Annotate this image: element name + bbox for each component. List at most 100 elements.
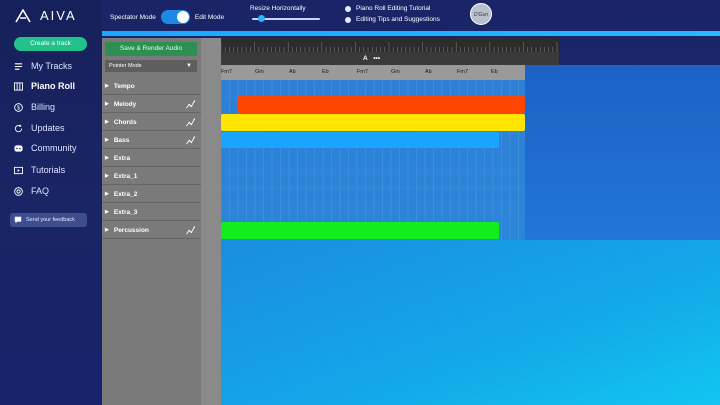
svg-text:$: $: [17, 105, 20, 111]
send-feedback-button[interactable]: Send your feedback: [10, 213, 87, 227]
avatar[interactable]: D'Gun: [470, 3, 492, 25]
sidebar-item-label: My Tracks: [31, 61, 73, 71]
sidebar-item-community[interactable]: Community: [14, 143, 77, 153]
automation-icon[interactable]: [186, 136, 195, 145]
chevron-down-icon: ▼: [186, 63, 192, 69]
sidebar-item-label: Tutorials: [31, 165, 66, 175]
timeline-ruler[interactable]: [221, 38, 559, 52]
video-icon: [14, 166, 23, 174]
pointer-mode-select[interactable]: Pointer Mode ▼: [105, 60, 197, 72]
sidebar-item-label: Updates: [31, 123, 65, 133]
resize-horizontally-label: Resize Horizontally: [250, 5, 306, 12]
expand-arrow-icon[interactable]: ▶: [105, 119, 109, 125]
sidebar-item-my-tracks[interactable]: My Tracks: [14, 61, 72, 71]
track-row-tempo[interactable]: ▶ Tempo: [102, 78, 201, 95]
chord-label[interactable]: Gm: [391, 69, 400, 75]
sidebar-item-tutorials[interactable]: Tutorials: [14, 165, 65, 175]
expand-arrow-icon[interactable]: ▶: [105, 101, 109, 107]
aiva-logo-icon: [15, 8, 31, 22]
track-name: Extra_1: [113, 172, 138, 180]
expand-arrow-icon[interactable]: ▶: [105, 227, 109, 233]
sidebar-item-label: Piano Roll: [31, 81, 76, 91]
track-name: Chords: [113, 118, 137, 126]
expand-arrow-icon[interactable]: ▶: [105, 191, 109, 197]
tutorial-icon: [345, 5, 351, 12]
expand-arrow-icon[interactable]: ▶: [105, 173, 109, 179]
tips-icon: [345, 16, 351, 23]
sidebar-item-label: FAQ: [31, 186, 50, 196]
chord-label[interactable]: Eb: [322, 69, 329, 75]
refresh-icon: [14, 123, 23, 132]
chord-label[interactable]: Fm7: [357, 69, 368, 75]
note-block-melody[interactable]: [238, 96, 525, 113]
automation-icon[interactable]: [186, 226, 195, 235]
slider-thumb[interactable]: [258, 15, 265, 22]
chord-label[interactable]: Ab: [425, 69, 432, 75]
chord-label[interactable]: Gm: [255, 69, 264, 75]
feedback-icon: [14, 216, 22, 224]
tips-label: Editing Tips and Suggestions: [356, 16, 440, 23]
roll-empty-region: [525, 65, 720, 240]
note-block-chords[interactable]: [221, 114, 525, 131]
track-name: Extra_2: [113, 190, 138, 198]
aiva-logo[interactable]: AIVA: [14, 8, 77, 23]
track-row-bass[interactable]: ▶ Bass: [102, 132, 201, 149]
expand-arrow-icon[interactable]: ▶: [105, 209, 109, 215]
chord-label[interactable]: Eb: [491, 69, 498, 75]
discord-icon: [14, 144, 23, 152]
sidebar-item-label: Billing: [31, 102, 56, 112]
automation-icon[interactable]: [186, 100, 195, 109]
create-track-button[interactable]: Create a track: [14, 37, 87, 51]
track-row-percussion[interactable]: ▶ Percussion: [102, 222, 201, 239]
app-name: AIVA: [40, 8, 77, 23]
help-icon: [14, 186, 23, 196]
save-render-audio-button[interactable]: Save & Render Audio: [105, 42, 197, 56]
tutorial-link[interactable]: Piano Roll Editing Tutorial: [345, 5, 430, 12]
section-menu-icon[interactable]: •••: [373, 55, 380, 62]
pointer-mode-value: Pointer Mode: [109, 63, 142, 69]
chord-label[interactable]: Fm7: [221, 69, 232, 75]
expand-arrow-icon[interactable]: ▶: [105, 155, 109, 161]
sidebar-item-piano-roll[interactable]: Piano Roll: [14, 81, 75, 91]
chord-bar: [221, 65, 525, 80]
tips-link[interactable]: Editing Tips and Suggestions: [345, 16, 440, 23]
chord-label[interactable]: Ab: [289, 69, 296, 75]
roll-gutter: [201, 38, 221, 405]
sidebar-item-faq[interactable]: FAQ: [14, 186, 49, 196]
expand-arrow-icon[interactable]: ▶: [105, 137, 109, 143]
note-block-percussion[interactable]: [221, 222, 499, 239]
edit-mode-toggle[interactable]: [160, 10, 190, 24]
automation-icon[interactable]: [186, 118, 195, 127]
track-row-extra-1[interactable]: ▶ Extra_1: [102, 168, 201, 185]
track-row-melody[interactable]: ▶ Melody: [102, 96, 201, 113]
track-row-chords[interactable]: ▶ Chords: [102, 114, 201, 131]
track-row-extra[interactable]: ▶ Extra: [102, 150, 201, 167]
track-name: Melody: [113, 100, 137, 108]
edit-mode-label: Edit Mode: [194, 13, 225, 21]
feedback-label: Send your feedback: [26, 217, 75, 223]
roll-lower-region: [221, 240, 720, 405]
track-name: Extra: [113, 154, 131, 162]
section-marker[interactable]: A •••: [363, 55, 380, 62]
piano-icon: [14, 81, 23, 91]
resize-horizontally-slider[interactable]: [252, 15, 320, 22]
top-bar: Spectator Mode Edit Mode Resize Horizont…: [102, 0, 720, 29]
sidebar-item-billing[interactable]: $ Billing: [14, 102, 55, 112]
tutorial-label: Piano Roll Editing Tutorial: [356, 5, 431, 12]
spectator-mode-label: Spectator Mode: [110, 13, 156, 21]
track-name: Percussion: [113, 226, 149, 234]
sidebar-item-updates[interactable]: Updates: [14, 123, 65, 133]
track-name: Bass: [113, 136, 130, 144]
music-notes-icon: [14, 62, 23, 70]
track-row-extra-3[interactable]: ▶ Extra_3: [102, 204, 201, 221]
track-panel: Save & Render Audio Pointer Mode ▼ ▶ Temp…: [102, 38, 201, 405]
chord-label[interactable]: Fm7: [457, 69, 468, 75]
mode-switch: Spectator Mode Edit Mode: [110, 10, 224, 24]
track-name: Extra_3: [113, 208, 138, 216]
dollar-icon: $: [14, 102, 23, 112]
sidebar-item-label: Community: [31, 143, 77, 153]
sidebar: AIVA Create a track My Tracks Piano Roll…: [0, 0, 102, 405]
track-row-extra-2[interactable]: ▶ Extra_2: [102, 186, 201, 203]
note-block-bass[interactable]: [221, 132, 499, 148]
expand-arrow-icon[interactable]: ▶: [105, 83, 109, 89]
